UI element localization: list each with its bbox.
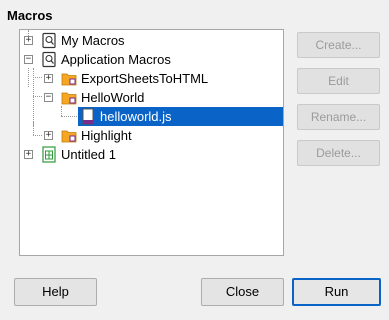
folder-icon	[61, 130, 77, 143]
tree-item-label: helloworld.js	[100, 109, 172, 124]
edit-button[interactable]: Edit	[297, 68, 380, 94]
close-button[interactable]: Close	[201, 278, 284, 306]
tree-item-label: My Macros	[61, 33, 125, 48]
tree-item-label: HelloWorld	[81, 90, 145, 105]
create-button[interactable]: Create...	[297, 32, 380, 58]
expand-icon[interactable]: +	[24, 150, 33, 159]
help-button[interactable]: Help	[14, 278, 97, 306]
delete-button[interactable]: Delete...	[297, 140, 380, 166]
expand-icon[interactable]: +	[44, 131, 53, 140]
tree-item-my-macros[interactable]: + My Macros	[20, 31, 283, 50]
tree-item-helloworld-js[interactable]: helloworld.js	[20, 107, 283, 126]
spreadsheet-document-icon	[42, 146, 56, 163]
tree-item-label: ExportSheetsToHTML	[81, 71, 209, 86]
tree-item-label: Application Macros	[61, 52, 171, 67]
macros-section-title: Macros	[7, 8, 53, 23]
macro-tree[interactable]: + My Macros − Application Macros + Expor…	[19, 29, 284, 256]
expand-icon[interactable]: +	[44, 74, 53, 83]
run-button[interactable]: Run	[292, 278, 381, 306]
folder-icon	[61, 73, 77, 86]
script-file-icon	[82, 108, 94, 125]
rename-button[interactable]: Rename...	[297, 104, 380, 130]
macro-library-icon	[42, 51, 56, 68]
folder-icon	[61, 92, 77, 105]
expand-icon[interactable]: +	[24, 36, 33, 45]
tree-item-exportsheetstohtml[interactable]: + ExportSheetsToHTML	[20, 69, 283, 88]
tree-item-highlight[interactable]: + Highlight	[20, 126, 283, 145]
collapse-icon[interactable]: −	[24, 55, 33, 64]
tree-item-label: Highlight	[81, 128, 132, 143]
tree-item-helloworld[interactable]: − HelloWorld	[20, 88, 283, 107]
tree-item-application-macros[interactable]: − Application Macros	[20, 50, 283, 69]
macro-library-icon	[42, 32, 56, 49]
tree-item-label: Untitled 1	[61, 147, 116, 162]
collapse-icon[interactable]: −	[44, 93, 53, 102]
tree-item-untitled-1[interactable]: + Untitled 1	[20, 145, 283, 164]
